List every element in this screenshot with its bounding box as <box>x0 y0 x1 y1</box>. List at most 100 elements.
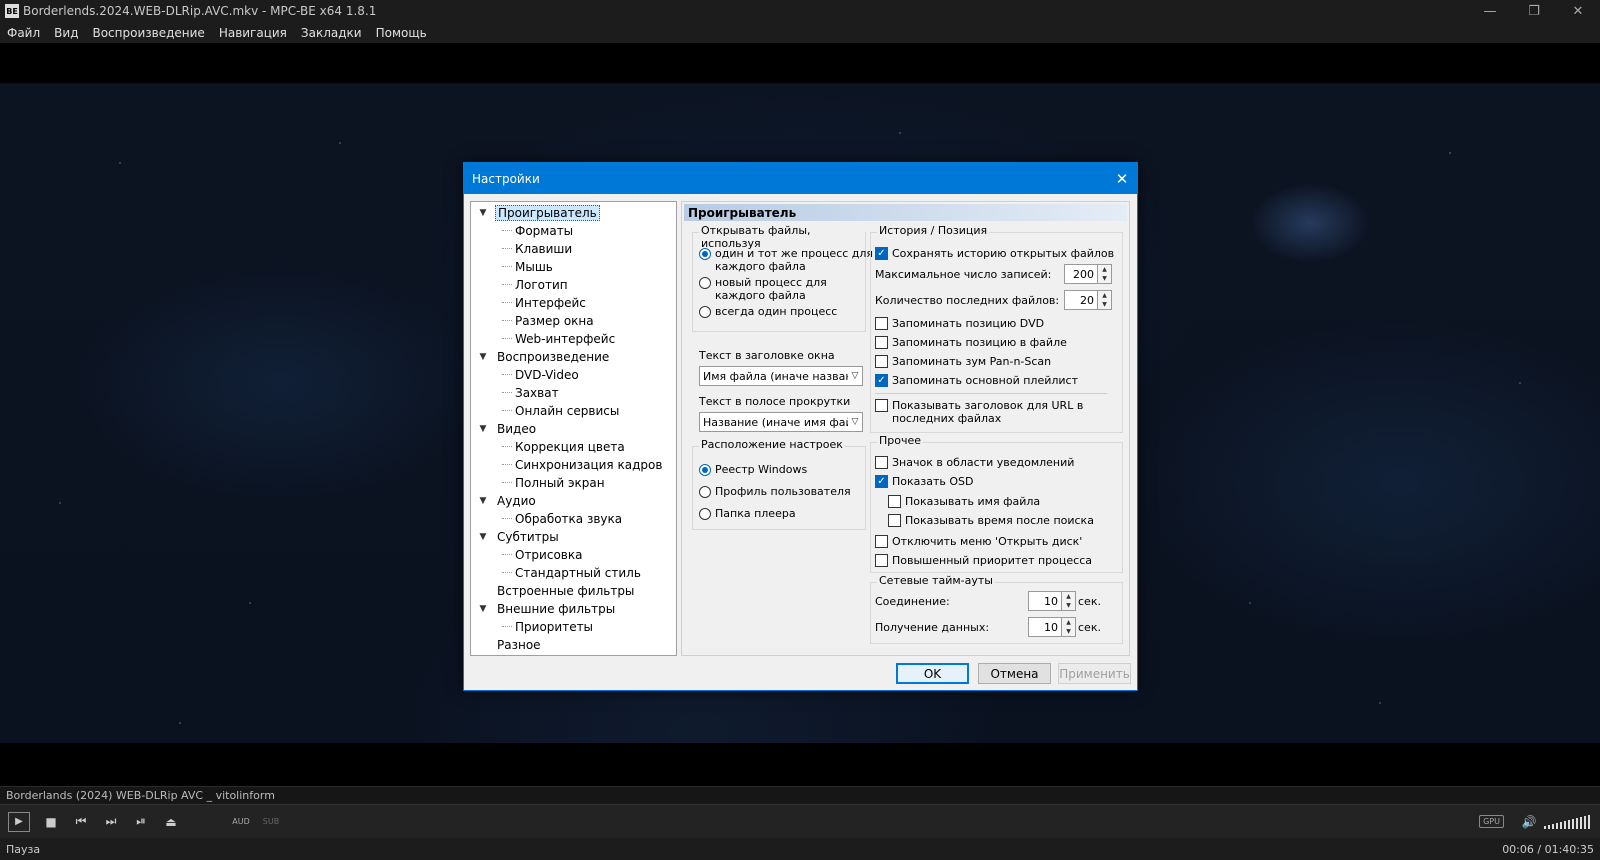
radio-indicator <box>699 508 711 520</box>
check-icon <box>875 336 888 349</box>
previous-button[interactable]: ⏮ <box>66 811 96 833</box>
tree-item-label: Коррекция цвета <box>515 440 625 454</box>
tree-item[interactable]: DVD-Video <box>471 366 676 384</box>
tree-item[interactable]: ▼ Проигрыватель <box>471 204 676 222</box>
spin-down-icon[interactable]: ▼ <box>1062 601 1075 610</box>
high-priority-checkbox[interactable]: Повышенный приоритет процесса <box>875 554 1092 567</box>
max-records-spinner[interactable]: 200 ▲ ▼ <box>1064 264 1112 284</box>
menu-bookmarks[interactable]: Закладки <box>294 26 369 40</box>
open-same-process-radio[interactable]: один и тот же процесс для каждого файла <box>699 247 873 273</box>
tree-item[interactable]: ▼ Внешние фильтры <box>471 600 676 618</box>
spin-up-icon[interactable]: ▲ <box>1062 618 1075 627</box>
chevron-down-icon[interactable]: ▼ <box>477 604 489 614</box>
chevron-down-icon[interactable]: ▼ <box>477 208 489 218</box>
tray-icon-checkbox[interactable]: Значок в области уведомлений <box>875 456 1074 469</box>
play-button[interactable]: ▶ <box>8 811 30 832</box>
tree-item[interactable]: ▼ Видео <box>471 420 676 438</box>
apply-button[interactable]: Применить <box>1058 663 1131 684</box>
radio-label: Реестр Windows <box>715 463 808 476</box>
tree-item[interactable]: Web-интерфейс <box>471 330 676 348</box>
recent-count-label: Количество последних файлов: <box>875 294 1060 307</box>
audio-track-button[interactable]: AUD <box>226 811 256 833</box>
recent-count-spinner[interactable]: 20 ▲ ▼ <box>1064 290 1112 310</box>
subtitle-track-button[interactable]: SUB <box>256 811 286 833</box>
tree-item-label: Логотип <box>515 278 568 292</box>
spin-down-icon[interactable]: ▼ <box>1098 300 1111 309</box>
tree-item[interactable]: Размер окна <box>471 312 676 330</box>
tree-item[interactable]: Обработка звука <box>471 510 676 528</box>
tree-item[interactable]: Мышь <box>471 258 676 276</box>
player-folder-radio[interactable]: Папка плеера <box>699 507 796 520</box>
chevron-down-icon[interactable]: ▼ <box>477 532 489 542</box>
remember-zoom-checkbox[interactable]: Запоминать зум Pan-n-Scan <box>875 355 1051 368</box>
tree-item[interactable]: Интерфейс <box>471 294 676 312</box>
tree-item-label: Видео <box>497 422 537 436</box>
ok-button[interactable]: OK <box>896 663 969 684</box>
tree-item[interactable]: Логотип <box>471 276 676 294</box>
spin-up-icon[interactable]: ▲ <box>1062 592 1075 601</box>
connection-timeout-spinner[interactable]: 10 ▲ ▼ <box>1028 591 1076 611</box>
tree-item[interactable]: Онлайн сервисы <box>471 402 676 420</box>
minimize-icon[interactable]: — <box>1468 0 1512 22</box>
tree-item[interactable]: Полный экран <box>471 474 676 492</box>
receive-timeout-spinner[interactable]: 10 ▲ ▼ <box>1028 617 1076 637</box>
show-osd-checkbox[interactable]: ✓ Показать OSD <box>875 475 973 488</box>
remember-dvd-checkbox[interactable]: Запоминать позицию DVD <box>875 317 1044 330</box>
user-profile-radio[interactable]: Профиль пользователя <box>699 485 851 498</box>
tree-item[interactable]: ▼ Субтитры <box>471 528 676 546</box>
tree-item[interactable]: Приоритеты <box>471 618 676 636</box>
cancel-button[interactable]: Отмена <box>978 663 1051 684</box>
menu-help[interactable]: Помощь <box>369 26 434 40</box>
next-button[interactable]: ⏭ <box>96 811 126 833</box>
dialog-close-icon[interactable]: ✕ <box>1107 170 1137 188</box>
checkbox-label: Показать OSD <box>892 475 974 488</box>
spin-up-icon[interactable]: ▲ <box>1098 291 1111 300</box>
menu-view[interactable]: Вид <box>47 26 85 40</box>
remember-playlist-checkbox[interactable]: ✓ Запоминать основной плейлист <box>875 374 1078 387</box>
settings-location-title: Расположение настроек <box>699 438 845 451</box>
volume-icon[interactable]: 🔊 <box>1514 811 1544 833</box>
tree-item[interactable]: Стандартный стиль <box>471 564 676 582</box>
tree-item[interactable]: Отрисовка <box>471 546 676 564</box>
chevron-down-icon[interactable]: ▼ <box>477 424 489 434</box>
check-icon <box>875 554 888 567</box>
close-icon[interactable]: ✕ <box>1556 0 1600 22</box>
restore-icon[interactable]: ❐ <box>1512 0 1556 22</box>
tree-item[interactable]: Встроенные фильтры <box>471 582 676 600</box>
show-url-title-checkbox[interactable]: Показывать заголовок для URL в последних… <box>875 399 1083 425</box>
spin-down-icon[interactable]: ▼ <box>1098 274 1111 283</box>
volume-slider[interactable] <box>1544 814 1590 829</box>
always-one-process-radio[interactable]: всегда один процесс <box>699 305 837 318</box>
chevron-down-icon[interactable]: ▼ <box>477 496 489 506</box>
settings-tree[interactable]: ▼ Проигрыватель Форматы Клавиши Мышь Логотип И… <box>470 201 677 656</box>
tree-item[interactable]: Разное <box>471 636 676 654</box>
tree-item[interactable]: Форматы <box>471 222 676 240</box>
open-new-process-radio[interactable]: новый процесс для каждого файла <box>699 276 827 302</box>
tree-item-label: Клавиши <box>515 242 573 256</box>
spin-down-icon[interactable]: ▼ <box>1062 627 1075 636</box>
show-filename-checkbox[interactable]: Показывать имя файла <box>888 495 1040 508</box>
spin-up-icon[interactable]: ▲ <box>1098 265 1111 274</box>
remember-file-position-checkbox[interactable]: Запоминать позицию в файле <box>875 336 1067 349</box>
tree-item[interactable]: Коррекция цвета <box>471 438 676 456</box>
seekbar-text-select[interactable]: Название (иначе имя файла ▽ <box>699 412 863 432</box>
checkbox-label: Показывать заголовок для URL в последних… <box>892 399 1084 425</box>
frame-step-button[interactable]: ⏯ <box>126 811 156 833</box>
tree-item[interactable]: ▼ Аудио <box>471 492 676 510</box>
receive-label: Получение данных: <box>875 621 990 634</box>
eject-button[interactable]: ⏏ <box>156 811 186 833</box>
menu-file[interactable]: Файл <box>0 26 47 40</box>
chevron-down-icon[interactable]: ▼ <box>477 352 489 362</box>
disable-open-disc-checkbox[interactable]: Отключить меню 'Открыть диск' <box>875 535 1082 548</box>
menu-playback[interactable]: Воспроизведение <box>85 26 211 40</box>
window-title-text-select[interactable]: Имя файла (иначе название ▽ <box>699 366 863 386</box>
save-history-checkbox[interactable]: ✓ Сохранять историю открытых файлов <box>875 247 1114 260</box>
tree-item[interactable]: Синхронизация кадров <box>471 456 676 474</box>
show-seek-time-checkbox[interactable]: Показывать время после поиска <box>888 514 1094 527</box>
menu-navigation[interactable]: Навигация <box>212 26 294 40</box>
tree-item[interactable]: ▼ Воспроизведение <box>471 348 676 366</box>
tree-item[interactable]: Захват <box>471 384 676 402</box>
tree-item[interactable]: Клавиши <box>471 240 676 258</box>
stop-button[interactable]: ■ <box>36 811 66 833</box>
registry-radio[interactable]: Реестр Windows <box>699 463 807 476</box>
